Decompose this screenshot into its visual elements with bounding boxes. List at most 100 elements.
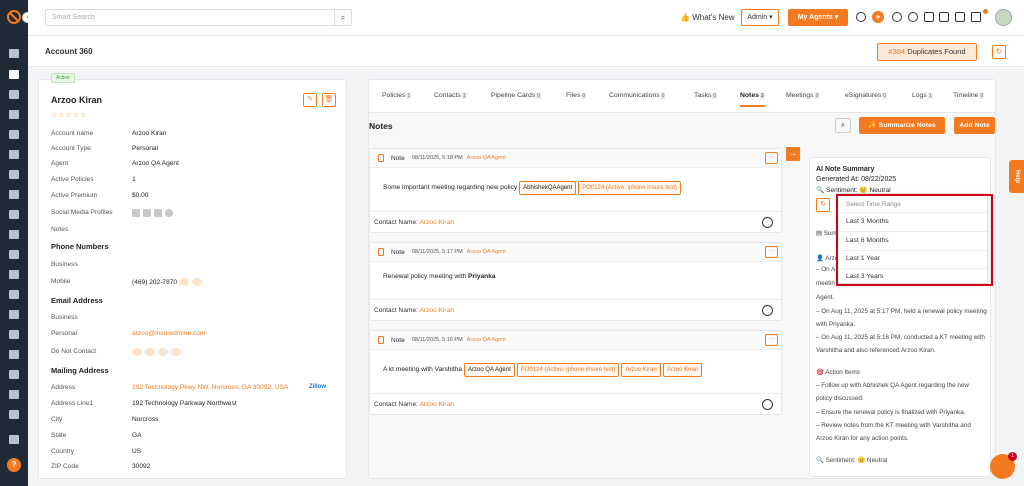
files-icon[interactable] [9, 90, 19, 99]
chat-launcher-icon[interactable]: 1 [990, 452, 1017, 479]
tab-meetings[interactable]: Meetings 0 [786, 92, 820, 99]
contacts-icon[interactable] [9, 150, 19, 159]
mail-icon[interactable] [9, 330, 19, 339]
tasks-icon[interactable] [9, 270, 19, 279]
clock-icon[interactable] [892, 12, 902, 22]
contact-link[interactable]: Arzoo Kiran [419, 307, 453, 314]
tab-files[interactable]: Files 0 [566, 92, 587, 99]
facebook-icon[interactable] [143, 209, 151, 217]
edit-icon[interactable]: ✎ [303, 93, 317, 107]
regenerate-icon[interactable]: ↻ [816, 198, 830, 212]
call-block-icon[interactable] [158, 348, 168, 356]
note-tag[interactable]: Arzoo Kiran [662, 363, 703, 377]
document-icon[interactable] [9, 210, 19, 219]
reports-icon[interactable] [9, 230, 19, 239]
folder-icon[interactable] [9, 250, 19, 259]
info-icon[interactable] [908, 12, 918, 22]
note-tag[interactable]: PO0124 (Active, iphone insure test) [578, 181, 681, 195]
note-more-icon[interactable]: ··· [765, 152, 778, 164]
add-note-button[interactable]: Add Note [954, 117, 995, 134]
note-tag[interactable]: AbhishekQAAgent [519, 181, 577, 195]
field-label: Personal [51, 330, 78, 337]
tab-pipeline-cards[interactable]: Pipeline Cards 0 [491, 92, 541, 99]
summarize-notes-button[interactable]: ✨ Summarize Notes [859, 117, 945, 134]
note-tag[interactable]: PO0124 (Active, iphone insure test) [516, 363, 620, 377]
mail-block-icon[interactable] [171, 348, 181, 356]
address-link[interactable]: 192 Technology Pkwy NW, Norcross, GA 300… [132, 384, 288, 391]
help-tab[interactable]: Help [1009, 160, 1024, 193]
tab-logs[interactable]: Logs 1 [912, 92, 933, 99]
dashboard-icon[interactable] [9, 49, 19, 58]
analytics-icon[interactable] [9, 370, 19, 379]
linkedin-icon[interactable] [132, 209, 140, 217]
tab-count: 0 [581, 93, 587, 99]
rating-stars[interactable]: ☆☆☆☆☆ [51, 111, 87, 119]
call-icon[interactable] [178, 278, 189, 286]
contact-link[interactable]: Arzoo Kiran [419, 401, 453, 408]
reaction-emoji-icon[interactable] [762, 217, 773, 228]
zillow-link[interactable]: Zillow [309, 384, 326, 390]
user-avatar[interactable] [995, 9, 1012, 26]
whats-new-link[interactable]: 👍 What's New [680, 13, 735, 22]
reaction-emoji-icon[interactable] [762, 399, 773, 410]
sms-block-icon[interactable] [145, 348, 155, 356]
note-tag[interactable]: Arzoo Kiran [621, 363, 661, 377]
notes-search-icon[interactable]: ⌕ [835, 118, 851, 133]
sms-icon[interactable] [191, 278, 202, 286]
web-icon[interactable] [165, 209, 173, 217]
contact-link[interactable]: Arzoo Kiran [419, 219, 453, 226]
note-agent[interactable]: Arzoo QA Agent [467, 249, 506, 255]
help-icon[interactable]: ? [7, 458, 21, 472]
tab-communications[interactable]: Communications 0 [609, 92, 666, 99]
tab-timeline[interactable]: Timeline 0 [953, 92, 985, 99]
settings-gear-icon[interactable] [9, 435, 19, 444]
note-more-icon[interactable]: ··· [765, 246, 778, 258]
summary-label: ▤ Sum [816, 230, 837, 237]
accounts-icon[interactable] [9, 70, 19, 79]
refresh-duplicates-icon[interactable]: ↻ [992, 45, 1006, 59]
brand-logo-icon[interactable] [7, 10, 21, 24]
pipeline-icon[interactable] [9, 130, 19, 139]
tab-notes[interactable]: Notes 3 [740, 92, 765, 107]
note-bold-text: Priyanka [468, 273, 496, 280]
inbox-icon[interactable] [9, 310, 19, 319]
summary-line: – Ensure the renewal policy is finalized… [816, 409, 966, 416]
refresh-icon[interactable] [856, 12, 866, 22]
admin-dropdown[interactable]: Admin ▾ [741, 9, 779, 26]
chart-icon[interactable] [9, 390, 19, 399]
chat-icon[interactable] [9, 290, 19, 299]
field-value: 192 Technology Parkway Northwest [132, 400, 237, 407]
tab-esignatures[interactable]: eSignatures 0 [845, 92, 888, 99]
collapse-arrow-icon[interactable]: → [786, 147, 800, 161]
note-agent[interactable]: Arzoo QA Agent [467, 155, 506, 161]
integration-icon[interactable] [9, 410, 19, 419]
my-agents-button[interactable]: My Agents ▾ [788, 9, 848, 26]
search-icon[interactable]: ⌕ [334, 9, 352, 26]
smart-search-input[interactable]: Smart Search [45, 9, 335, 26]
add-icon[interactable]: + [872, 11, 884, 23]
list-icon[interactable] [9, 110, 19, 119]
email-block-icon[interactable] [132, 348, 142, 356]
delete-icon[interactable]: 🗑 [322, 93, 336, 107]
summary-line: – On Aug 11, 2025 at 5:16 PM, conducted … [816, 334, 985, 341]
reaction-emoji-icon[interactable] [762, 305, 773, 316]
twitter-icon[interactable] [154, 209, 162, 217]
calendar-icon[interactable] [9, 170, 19, 179]
personal-email-link[interactable]: arzoo@insuredmine.com [132, 330, 205, 337]
chip-icon[interactable] [971, 12, 981, 22]
note-tag[interactable]: Arzoo QA Agent [464, 363, 515, 377]
megaphone-icon[interactable] [9, 350, 19, 359]
tab-tasks[interactable]: Tasks 0 [694, 92, 718, 99]
notification-icon[interactable] [924, 12, 934, 22]
calendar-top-icon[interactable] [939, 12, 949, 22]
phone-icon[interactable] [955, 12, 965, 22]
tab-contacts[interactable]: Contacts 1 [434, 92, 467, 99]
note-more-icon[interactable]: ··· [765, 334, 778, 346]
duplicates-found-button[interactable]: #384 Duplicates Found [877, 43, 977, 61]
campaign-icon[interactable] [9, 190, 19, 199]
note-agent[interactable]: Arzoo QA Agent [467, 337, 506, 343]
status-dot-icon [983, 9, 988, 14]
tab-policies[interactable]: Policies 1 [382, 92, 412, 99]
field-business-email: Business [51, 314, 78, 321]
account-name: Arzoo Kiran [51, 95, 103, 105]
